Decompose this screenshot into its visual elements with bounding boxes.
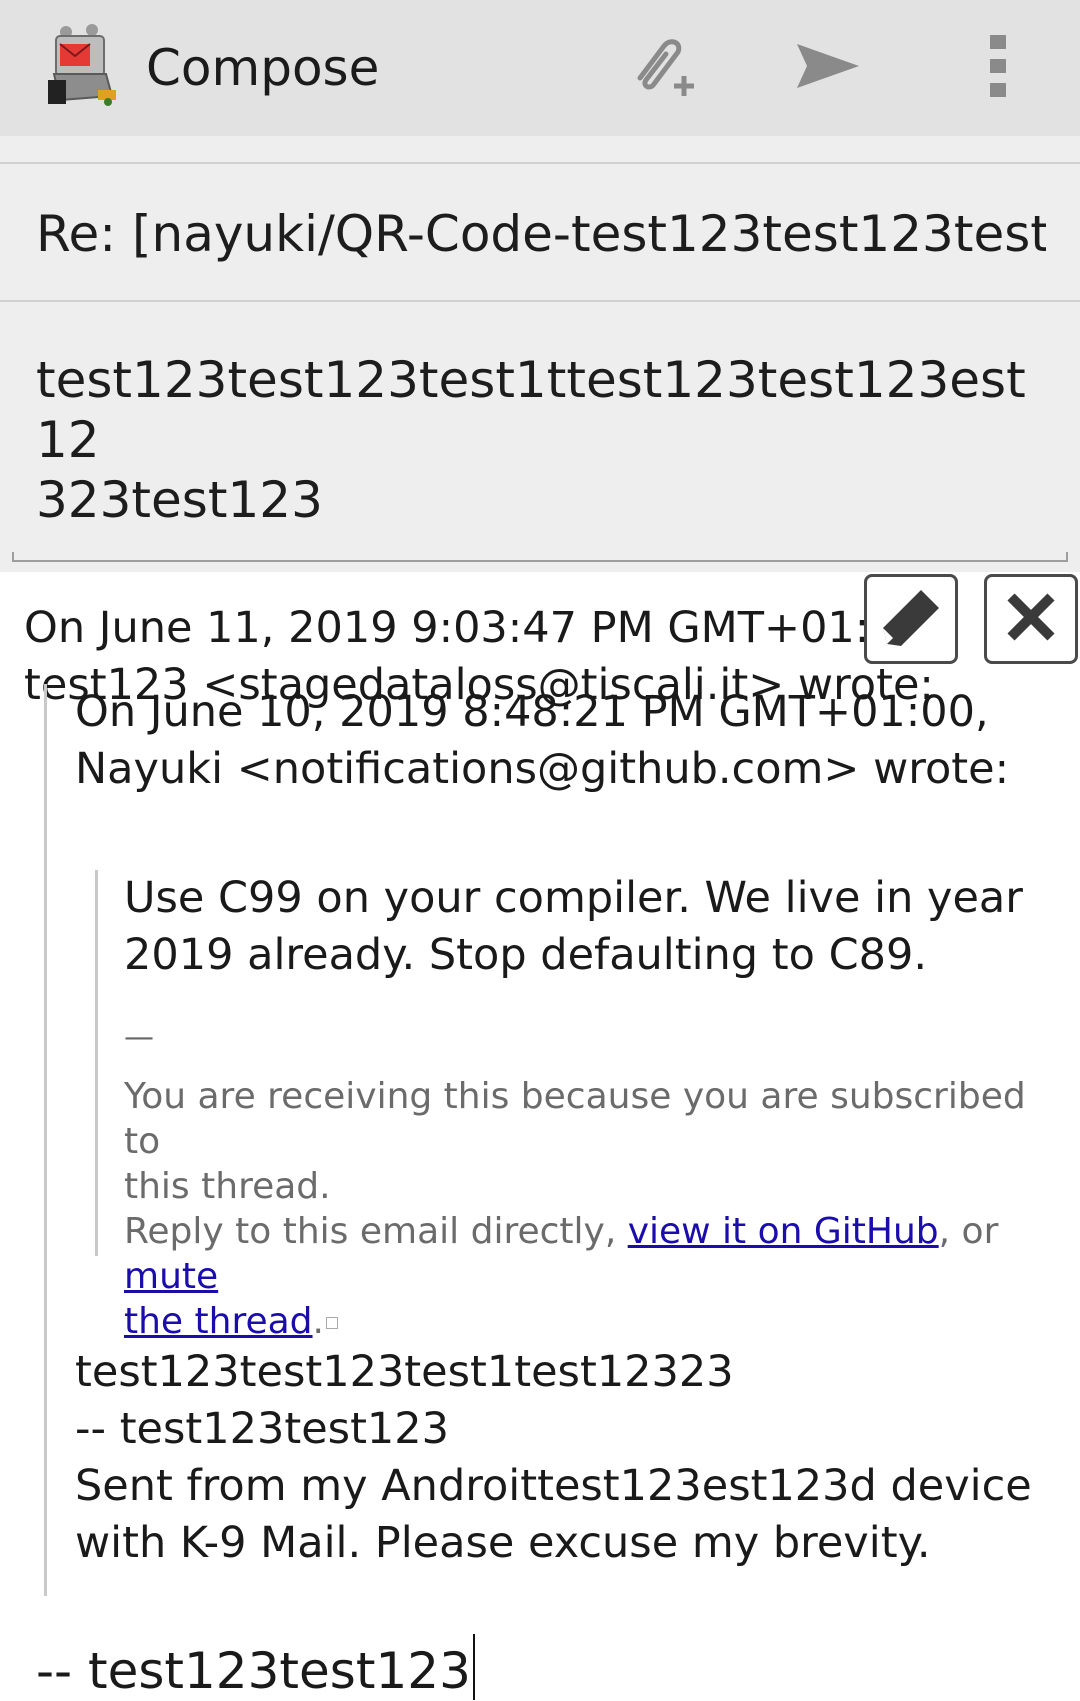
quoted-message-text: Use C99 on your compiler. We live in yea… [124,870,1044,984]
separator-dash: — [124,1020,154,1055]
signature-text: -- test123test123 [36,1642,471,1700]
field-underline [12,552,1068,562]
body-line-1: test123test123test1ttest123test123est12 [36,351,1026,469]
footer-line-2: this thread. [124,1166,331,1207]
compose-fields: Re: [nayuki/QR-Code-test123test123test12… [0,136,1080,572]
subject-field[interactable]: Re: [nayuki/QR-Code-test123test123test12 [0,162,1080,302]
edit-quoted-text-button[interactable] [864,574,958,664]
quoted-sig-line-2: -- test123test123 [75,1404,450,1454]
quoted-signature: test123test123test1test12323 -- test123t… [75,1344,1055,1572]
inner-header-line-1: On June 10, 2019 8:48:21 PM GMT+01:00, [75,687,989,737]
k9-mail-logo-icon[interactable] [46,24,124,110]
view-on-github-link[interactable]: view it on GitHub [628,1211,939,1252]
mute-thread-link-part-1[interactable]: mute [124,1256,218,1297]
close-x-icon [1001,587,1061,651]
inner-quote-header: On June 10, 2019 8:48:21 PM GMT+01:00, N… [75,684,1045,798]
quoted-sig-line-4: with K-9 Mail. Please excuse my brevity. [75,1518,931,1568]
delete-quoted-text-button[interactable] [984,574,1078,664]
quoted-sig-line-3: Sent from my Androittest123est123d devic… [75,1461,1032,1511]
mute-thread-link-part-2[interactable]: the thread [124,1301,313,1342]
quote-level-1: On June 10, 2019 8:48:21 PM GMT+01:00, N… [44,684,1067,1596]
quoted-line-1: Use C99 on your compiler. We live in yea… [124,873,1023,923]
inner-header-line-2: Nayuki <notifications@github.com> wrote: [75,744,1010,794]
app-bar: Compose [0,0,1080,137]
attach-file-icon [618,26,698,110]
body-line-2: 323test123 [36,471,323,529]
quoted-sig-line-1: test123test123test1test12323 [75,1347,734,1397]
message-body-field[interactable]: test123test123test1ttest123test123est12 … [0,328,1080,529]
quote-level-2: Use C99 on your compiler. We live in yea… [95,870,1058,1342]
quoted-line-2: 2019 already. Stop defaulting to C89. [124,930,928,980]
footer-reply-prefix: Reply to this email directly, [124,1211,628,1252]
message-body-input[interactable]: test123test123test1ttest123test123est12 … [36,350,1046,530]
subject-input[interactable]: Re: [nayuki/QR-Code-test123test123test12 [36,204,1046,264]
app-title: Compose [146,39,380,97]
attach-button[interactable] [618,28,698,108]
footer-mid: , or [938,1211,999,1252]
overflow-menu-button[interactable] [958,28,1038,108]
send-button[interactable] [788,28,868,108]
send-icon [793,36,863,100]
footer-end: . [312,1301,324,1342]
tracking-image-icon [325,1317,338,1329]
edit-pencil-icon [873,582,949,656]
footer-line-1: You are receiving this because you are s… [124,1076,1026,1162]
quoted-message[interactable]: On June 11, 2019 9:03:47 PM GMT+01:00, t… [0,572,1080,1701]
more-vert-icon [988,31,1008,105]
notification-footer: You are receiving this because you are s… [124,1074,1054,1344]
signature-field[interactable]: -- test123test123 [36,1634,475,1701]
text-cursor [472,1634,475,1700]
